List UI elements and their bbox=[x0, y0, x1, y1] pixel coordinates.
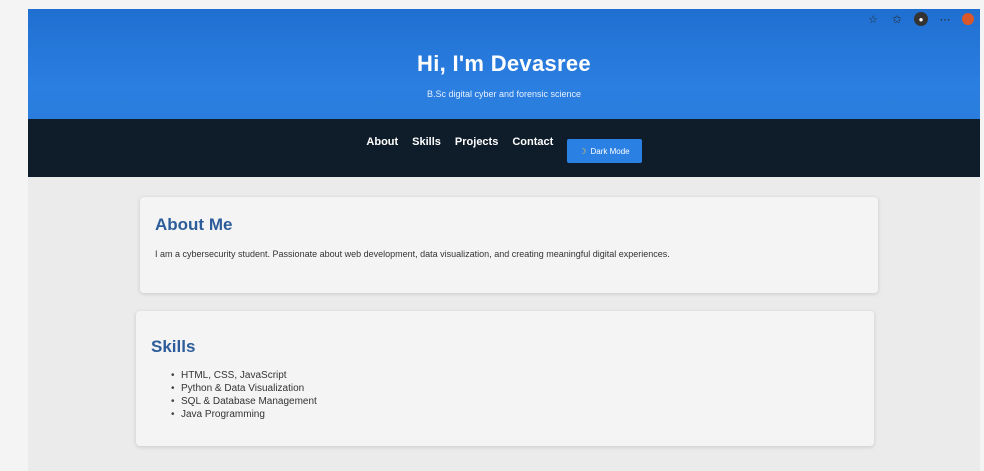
about-text: I am a cybersecurity student. Passionate… bbox=[155, 249, 670, 259]
moon-icon: ☽ bbox=[579, 146, 587, 156]
nav-link-projects[interactable]: Projects bbox=[455, 136, 498, 148]
skills-list: HTML, CSS, JavaScript Python & Data Visu… bbox=[151, 369, 859, 421]
list-item: Python & Data Visualization bbox=[171, 382, 859, 395]
profile-icon[interactable] bbox=[962, 13, 974, 25]
star-icon[interactable]: ☆ bbox=[866, 12, 880, 26]
page-title: Hi, I'm Devasree bbox=[417, 51, 591, 76]
bookmark-star-icon[interactable]: ✩ bbox=[890, 12, 904, 26]
photo-frame-top bbox=[0, 0, 984, 9]
hero-header: Hi, I'm Devasree B.Sc digital cyber and … bbox=[28, 9, 980, 119]
list-item: HTML, CSS, JavaScript bbox=[171, 369, 859, 382]
main-nav: About Skills Projects Contact ☽ Dark Mod… bbox=[28, 119, 980, 177]
list-item: Java Programming bbox=[171, 408, 859, 421]
about-heading: About Me bbox=[155, 215, 233, 234]
about-section: About Me I am a cybersecurity student. P… bbox=[140, 197, 878, 293]
dark-mode-label: Dark Mode bbox=[590, 146, 630, 156]
extension-icon[interactable]: ● bbox=[914, 12, 928, 26]
photo-frame-right bbox=[980, 0, 984, 471]
photo-frame-left bbox=[0, 0, 28, 471]
nav-link-contact[interactable]: Contact bbox=[512, 136, 553, 148]
page: Hi, I'm Devasree B.Sc digital cyber and … bbox=[28, 9, 980, 471]
list-item: SQL & Database Management bbox=[171, 395, 859, 408]
nav-link-skills[interactable]: Skills bbox=[412, 136, 441, 148]
browser-toolbar: ☆ ✩ ● ⋯ bbox=[866, 12, 974, 26]
page-subtitle: B.Sc digital cyber and forensic science bbox=[426, 89, 582, 99]
nav-link-about[interactable]: About bbox=[366, 136, 398, 148]
more-icon[interactable]: ⋯ bbox=[938, 12, 952, 26]
main-content: About Me I am a cybersecurity student. P… bbox=[28, 177, 980, 446]
dark-mode-button[interactable]: ☽ Dark Mode bbox=[567, 139, 642, 163]
skills-heading: Skills bbox=[151, 337, 196, 356]
skills-section: Skills HTML, CSS, JavaScript Python & Da… bbox=[136, 311, 874, 446]
